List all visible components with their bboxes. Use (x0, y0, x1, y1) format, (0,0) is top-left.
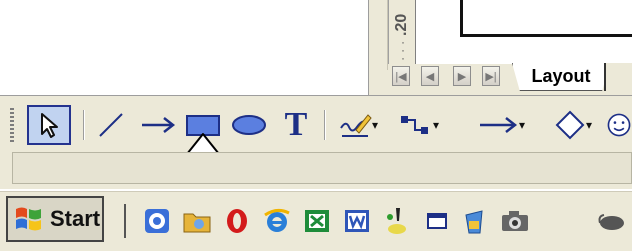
symbol-shapes-tool-button[interactable] (606, 105, 632, 145)
taskbar-separator (124, 204, 126, 238)
arrows-icon (479, 117, 518, 133)
ruler-dots: · · · (401, 35, 405, 65)
last-sheet-button[interactable]: ▶| (482, 66, 500, 86)
windows-logo-icon (16, 207, 41, 231)
line-tool-button[interactable] (92, 105, 130, 145)
ruler-label: .20 (393, 13, 410, 36)
arrow-icon (142, 117, 176, 133)
connector-icon (400, 116, 428, 134)
freeform-line-icon (340, 114, 372, 137)
paint-icon[interactable] (378, 202, 416, 240)
ellipse-icon (232, 115, 266, 135)
ellipse-tool-button[interactable] (228, 105, 270, 145)
tab-layout[interactable]: Layout (512, 63, 610, 91)
connector-tool-button[interactable]: ▾ (390, 105, 446, 145)
smiley-icon (607, 113, 631, 137)
toolbar-grip[interactable] (10, 108, 14, 142)
chevron-down-icon[interactable]: ▾ (372, 118, 378, 132)
page-frame (460, 0, 632, 37)
line-icon (99, 113, 123, 137)
chevron-down-icon[interactable]: ▾ (586, 118, 592, 132)
toolbar-separator (83, 110, 85, 140)
toolbar-separator (324, 110, 326, 140)
freeform-line-tool-button[interactable]: ▾ (332, 105, 384, 145)
mouse-icon[interactable] (596, 202, 632, 240)
cup-icon[interactable] (456, 202, 494, 240)
splitter (369, 0, 388, 70)
next-sheet-button[interactable]: ▶ (453, 66, 471, 86)
internet-explorer-icon[interactable] (258, 202, 296, 240)
window-icon[interactable] (418, 202, 456, 240)
camera-icon[interactable] (496, 202, 534, 240)
text-tool-glyph: T (284, 106, 308, 143)
browser-icon[interactable] (138, 202, 176, 240)
tab-next[interactable] (604, 63, 632, 91)
diamond-icon (555, 110, 585, 140)
first-sheet-button[interactable]: |◀ (392, 66, 410, 86)
arrow-tool-button[interactable] (136, 105, 180, 145)
select-tool-button[interactable] (27, 105, 71, 145)
document-canvas[interactable] (0, 0, 369, 95)
start-label: Start (50, 206, 101, 231)
pointer-arrow-icon (41, 113, 58, 138)
arrows-tool-button[interactable]: ▾ (470, 105, 532, 145)
status-bar (12, 152, 632, 184)
text-tool-button[interactable]: T (276, 105, 316, 145)
word-icon[interactable] (338, 202, 376, 240)
folder-icon[interactable] (178, 202, 216, 240)
opera-icon[interactable] (218, 202, 256, 240)
start-button[interactable]: Start (6, 196, 104, 242)
previous-sheet-button[interactable]: ◀ (421, 66, 439, 86)
flowchart-tool-button[interactable]: ▾ (542, 105, 604, 145)
chevron-down-icon[interactable]: ▾ (433, 118, 439, 132)
excel-icon[interactable] (298, 202, 336, 240)
chevron-down-icon[interactable]: ▾ (519, 118, 525, 132)
